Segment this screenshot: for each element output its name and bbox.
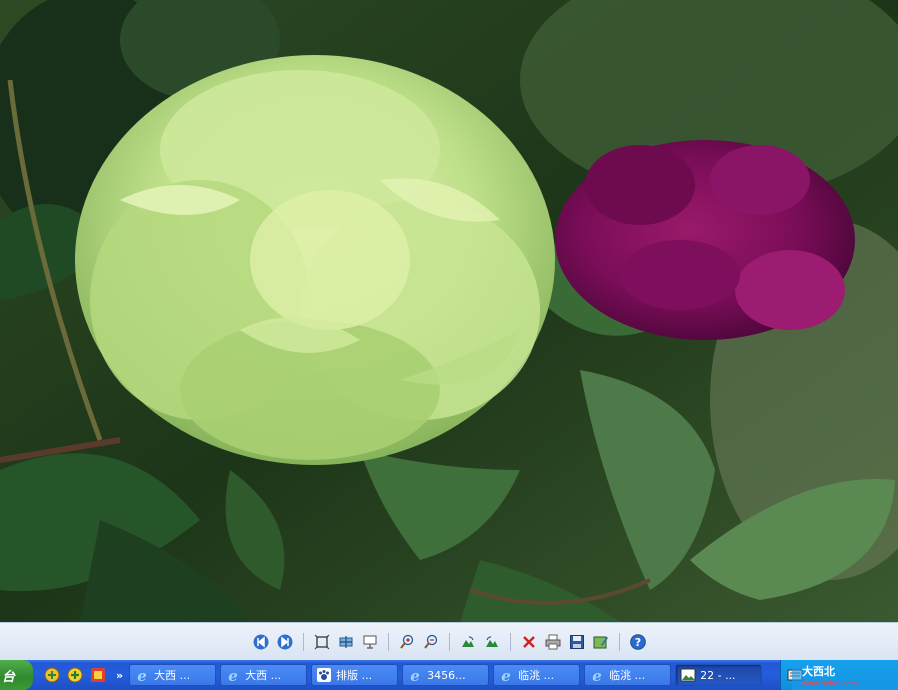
ie-icon: e bbox=[137, 667, 147, 683]
save-button[interactable] bbox=[567, 632, 587, 652]
taskbar-button[interactable]: e 大西 ... bbox=[129, 664, 217, 686]
best-fit-icon bbox=[314, 634, 329, 649]
watermark-url: www.dxbei.com bbox=[802, 680, 857, 688]
quick-launch-item[interactable] bbox=[89, 666, 107, 684]
ie-icon: e bbox=[592, 667, 602, 683]
image-viewer-icon bbox=[680, 668, 696, 682]
taskbar-button-label: 大西 ... bbox=[245, 669, 282, 682]
quick-launch-chevron-icon[interactable]: » bbox=[116, 669, 123, 682]
taskbar-button[interactable]: e 临洮 ... bbox=[493, 664, 581, 686]
slideshow-button[interactable] bbox=[360, 632, 380, 652]
quick-launch-item[interactable] bbox=[43, 666, 61, 684]
delete-button[interactable] bbox=[519, 632, 539, 652]
print-icon bbox=[545, 634, 560, 649]
taskbar-button-label: 临洮 ... bbox=[518, 669, 555, 682]
svg-text:?: ? bbox=[634, 636, 640, 649]
slideshow-icon bbox=[363, 635, 376, 649]
edit-button[interactable] bbox=[591, 632, 611, 652]
actual-size-button[interactable] bbox=[336, 632, 356, 652]
svg-text:e: e bbox=[410, 667, 420, 683]
edit-icon bbox=[593, 636, 608, 648]
image-viewer-toolbar: ? bbox=[0, 622, 898, 660]
next-image-button[interactable] bbox=[275, 632, 295, 652]
help-button[interactable]: ? bbox=[628, 632, 648, 652]
toolbar-separator bbox=[509, 632, 511, 651]
save-icon bbox=[569, 634, 584, 649]
rotate-clockwise-button[interactable] bbox=[458, 632, 478, 652]
help-icon: ? bbox=[629, 633, 646, 650]
taskbar-button[interactable]: e 大西 ... bbox=[220, 664, 308, 686]
zoom-in-icon bbox=[399, 634, 413, 649]
svg-text:e: e bbox=[501, 667, 511, 683]
taskbar-button-active[interactable]: 22 - ... bbox=[675, 664, 763, 686]
svg-text:e: e bbox=[228, 667, 238, 683]
zoom-out-icon bbox=[423, 634, 437, 649]
taskbar-button[interactable]: e 临洮 ... bbox=[584, 664, 672, 686]
paw-icon bbox=[317, 668, 332, 682]
rotate-clockwise-icon bbox=[461, 635, 474, 647]
toolbar-separator bbox=[618, 632, 620, 651]
actual-size-icon bbox=[339, 635, 352, 648]
watermark-logo: 大西北 www.dxbei.com bbox=[792, 661, 898, 690]
taskbar-button[interactable]: 排版 ... bbox=[311, 664, 399, 686]
windows-taskbar: 台 » e 大西 ... e 大西 ... 排版 ... e 3456... e… bbox=[0, 660, 898, 690]
svg-text:e: e bbox=[592, 667, 602, 683]
taskbar-button-label: 临洮 ... bbox=[609, 669, 646, 682]
next-image-icon bbox=[277, 634, 292, 649]
rotate-counterclockwise-icon bbox=[485, 635, 498, 647]
peony-photo bbox=[0, 0, 898, 622]
best-fit-button[interactable] bbox=[312, 632, 332, 652]
toolbar-separator bbox=[387, 632, 389, 651]
taskbar-button-label: 22 - ... bbox=[700, 668, 736, 682]
rotate-counterclockwise-button[interactable] bbox=[482, 632, 502, 652]
taskbar-button-label: 排版 ... bbox=[336, 669, 373, 682]
ie-icon: e bbox=[410, 667, 420, 683]
add-icon bbox=[67, 667, 83, 683]
previous-image-icon bbox=[253, 634, 268, 649]
quick-launch-bar: » bbox=[43, 666, 129, 684]
app-icon bbox=[91, 668, 105, 682]
delete-icon bbox=[522, 635, 535, 648]
zoom-out-button[interactable] bbox=[421, 632, 441, 652]
toolbar-separator bbox=[302, 632, 304, 651]
quick-launch-item[interactable] bbox=[66, 666, 84, 684]
toolbar-separator bbox=[448, 632, 450, 651]
svg-text:e: e bbox=[137, 667, 147, 683]
browser-icon bbox=[44, 667, 60, 683]
print-button[interactable] bbox=[543, 632, 563, 652]
start-button[interactable]: 台 bbox=[0, 660, 33, 690]
start-label: 台 bbox=[2, 669, 16, 685]
taskbar-button-label: 大西 ... bbox=[154, 669, 191, 682]
watermark-text: 大西北 bbox=[802, 664, 835, 678]
zoom-in-button[interactable] bbox=[397, 632, 417, 652]
previous-image-button[interactable] bbox=[251, 632, 271, 652]
ie-icon: e bbox=[501, 667, 511, 683]
taskbar-button-label: 3456... bbox=[427, 668, 466, 682]
taskbar-button[interactable]: e 3456... bbox=[402, 664, 490, 686]
ie-icon: e bbox=[228, 667, 238, 683]
